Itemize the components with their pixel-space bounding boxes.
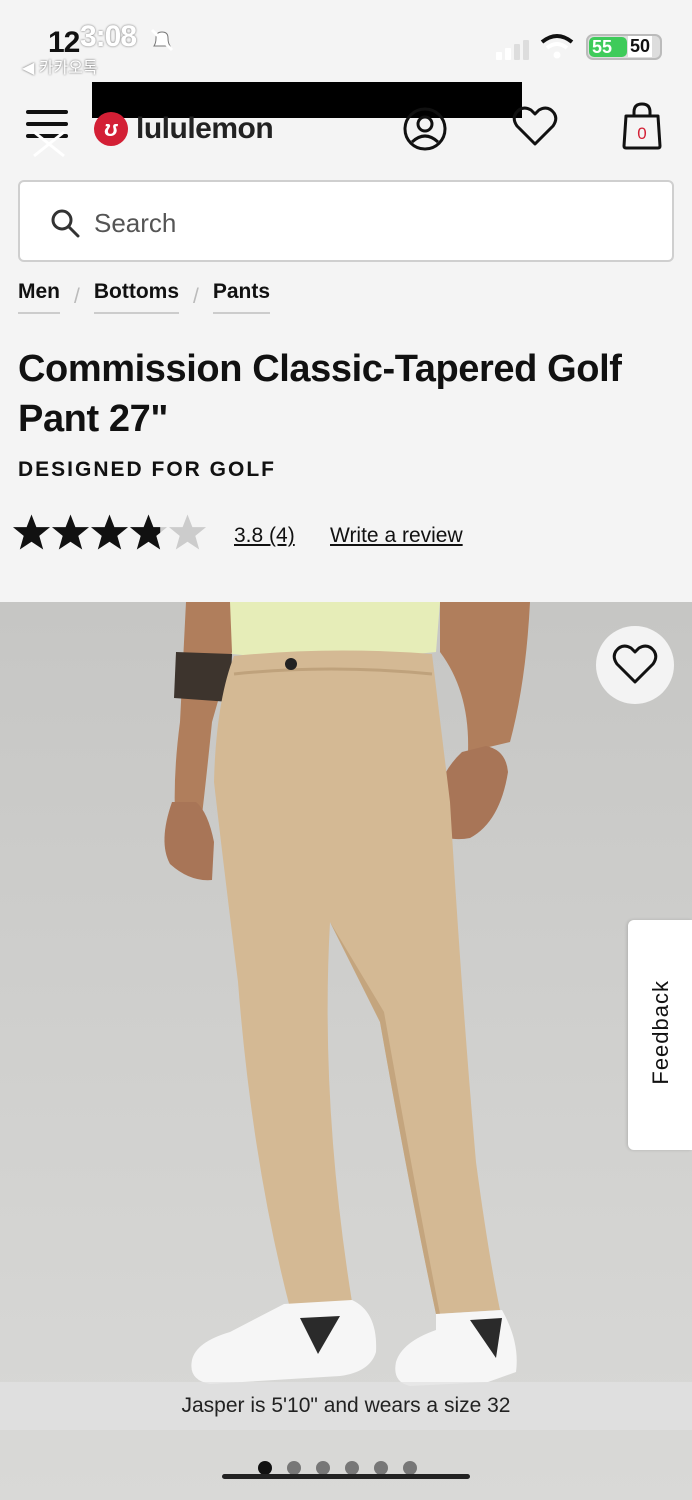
brand-logo-mark: ʊ: [94, 112, 128, 146]
breadcrumb: Men / Bottoms / Pants: [18, 280, 271, 314]
gallery-dot[interactable]: [316, 1461, 330, 1475]
back-to-app-link[interactable]: ◀ 카카오톡: [22, 54, 98, 78]
heart-icon: [612, 644, 658, 684]
battery-percent-underlay: 50: [628, 36, 653, 57]
battery-indicator: 55 50: [586, 34, 662, 60]
model-size-caption: Jasper is 5'10" and wears a size 32: [181, 1394, 511, 1417]
star-filled-icon: [12, 514, 51, 550]
star-filled-icon: [90, 514, 129, 550]
wishlist-heart-icon[interactable]: [512, 104, 558, 148]
gallery-dot-active[interactable]: [258, 1461, 272, 1475]
feedback-tab[interactable]: Feedback: [628, 920, 692, 1150]
battery-percent: 55: [592, 37, 613, 57]
breadcrumb-separator: /: [193, 285, 199, 308]
signal-icon: [496, 40, 529, 60]
account-icon[interactable]: [402, 106, 448, 152]
gallery-dot[interactable]: [345, 1461, 359, 1475]
product-title: Commission Classic-Tapered Golf Pant 27": [18, 348, 622, 440]
search-input[interactable]: Search: [18, 180, 674, 262]
breadcrumb-separator: /: [74, 285, 80, 308]
cart-count: 0: [637, 124, 646, 143]
status-time: 3:08: [80, 20, 137, 53]
feedback-label: Feedback: [648, 980, 673, 1085]
rating-count-link[interactable]: 3.8 (4): [234, 524, 295, 548]
bell-off-icon: [150, 28, 174, 52]
gallery-dot[interactable]: [287, 1461, 301, 1475]
shopping-bag-icon[interactable]: 0: [622, 102, 662, 150]
breadcrumb-bottoms[interactable]: Bottoms: [93, 280, 180, 314]
status-bar: 12 3:08 ◀ 카카오톡 55 50: [0, 0, 692, 80]
rating-stars[interactable]: [12, 512, 207, 552]
search-placeholder: Search: [94, 208, 177, 238]
product-subtitle: DESIGNED FOR GOLF: [18, 458, 277, 481]
favorite-button[interactable]: [596, 626, 674, 704]
breadcrumb-men[interactable]: Men: [18, 280, 60, 314]
write-review-link[interactable]: Write a review: [330, 524, 463, 548]
gallery-dot[interactable]: [374, 1461, 388, 1475]
menu-close-icon[interactable]: [26, 110, 68, 158]
star-filled-icon: [51, 514, 90, 550]
brand-logo[interactable]: ʊ lululemon: [94, 112, 273, 146]
gallery-pagination[interactable]: [258, 1461, 432, 1475]
search-icon: [51, 209, 80, 238]
star-empty-icon: [168, 514, 207, 550]
home-indicator[interactable]: [222, 1474, 470, 1479]
brand-name: lululemon: [136, 112, 274, 145]
gallery-dot[interactable]: [403, 1461, 417, 1475]
star-partial-icon: [129, 514, 168, 550]
wifi-icon: [540, 34, 574, 59]
breadcrumb-pants[interactable]: Pants: [212, 280, 271, 314]
product-image[interactable]: [0, 602, 692, 1500]
product-photo-illustration: [164, 602, 530, 1386]
